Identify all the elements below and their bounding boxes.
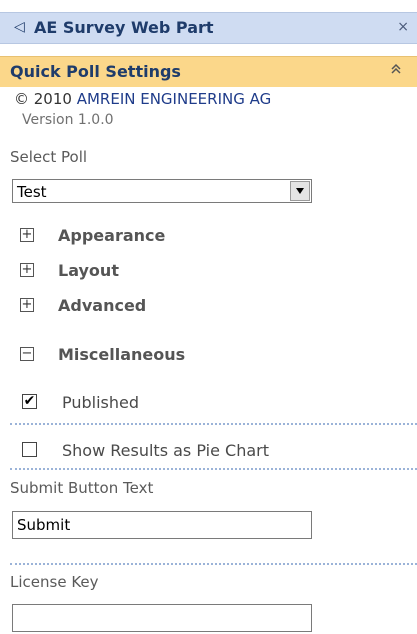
web-part-tool-pane: ◁ AE Survey Web Part × Quick Poll Settin…: [0, 0, 417, 634]
dotted-divider: [10, 423, 417, 425]
close-icon[interactable]: ×: [397, 19, 409, 35]
license-key-label: License Key: [10, 573, 99, 591]
pie-chart-checkbox[interactable]: [22, 442, 37, 457]
expand-icon[interactable]: +: [20, 263, 34, 277]
section-title: Quick Poll Settings: [10, 62, 181, 81]
collapse-section-icon[interactable]: [389, 62, 403, 80]
group-label[interactable]: Miscellaneous: [58, 345, 185, 364]
expand-icon[interactable]: +: [20, 298, 34, 312]
group-label[interactable]: Advanced: [58, 296, 146, 315]
select-poll-label: Select Poll: [10, 148, 88, 166]
tool-pane-title-bar: ◁ AE Survey Web Part ×: [0, 12, 417, 44]
expand-icon[interactable]: +: [20, 228, 34, 242]
quick-poll-settings-header[interactable]: Quick Poll Settings: [0, 56, 417, 87]
dotted-divider: [10, 468, 417, 470]
published-label[interactable]: Published: [62, 393, 139, 412]
license-key-input[interactable]: [12, 604, 312, 632]
dropdown-arrow-icon[interactable]: [290, 181, 310, 201]
triangle-down-icon: [296, 188, 304, 194]
double-chevron-up-icon: [391, 63, 401, 74]
submit-button-text-label: Submit Button Text: [10, 479, 154, 497]
tool-pane-title: AE Survey Web Part: [34, 18, 214, 37]
collapse-icon[interactable]: −: [20, 347, 34, 361]
group-label[interactable]: Layout: [58, 261, 119, 280]
company-link[interactable]: AMREIN ENGINEERING AG: [77, 90, 272, 108]
dotted-divider: [10, 563, 417, 565]
published-checkbox[interactable]: ✔: [22, 394, 37, 409]
submit-button-text-input[interactable]: [12, 511, 312, 539]
select-poll-value: Test: [17, 183, 47, 201]
pie-chart-label[interactable]: Show Results as Pie Chart: [62, 441, 269, 460]
version-label: Version 1.0.0: [22, 112, 114, 128]
group-label[interactable]: Appearance: [58, 226, 165, 245]
select-poll-dropdown[interactable]: Test: [12, 179, 312, 203]
copyright-notice: © 2010 AMREIN ENGINEERING AG: [14, 90, 271, 108]
back-arrow-icon[interactable]: ◁: [14, 19, 25, 35]
copyright-prefix: © 2010: [14, 90, 77, 108]
